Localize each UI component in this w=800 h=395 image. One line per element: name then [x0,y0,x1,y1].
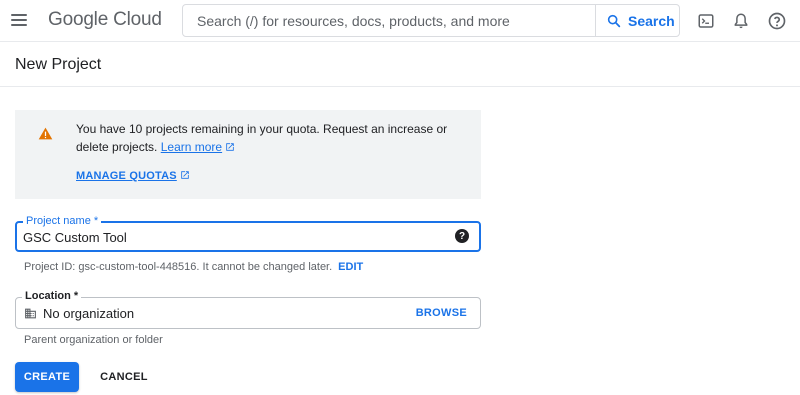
quota-notice-text: You have 10 projects remaining in your q… [76,120,466,156]
logo-cloud: Cloud [113,9,162,30]
manage-quotas-link[interactable]: MANAGE QUOTAS [76,170,190,182]
location-helper: Parent organization or folder [24,334,163,346]
external-link-icon [226,143,234,151]
search-button[interactable]: Search [595,4,681,37]
project-id-text: Project ID: gsc-custom-tool-448516. It c… [24,261,333,273]
cancel-button[interactable]: CANCEL [91,362,157,392]
help-icon[interactable]: ? [455,229,469,243]
edit-project-id-link[interactable]: EDIT [338,261,363,273]
create-button[interactable]: CREATE [15,362,79,392]
learn-more-link[interactable]: Learn more [161,140,235,154]
search-bar: Search [182,4,680,37]
project-name-field: Project name * ? [15,214,481,252]
menu-icon[interactable] [8,9,30,31]
logo-google: Google [48,9,109,30]
search-input[interactable] [183,5,593,36]
cloud-shell-icon[interactable] [695,10,717,32]
location-value: No organization [43,306,135,321]
google-cloud-logo[interactable]: Google Cloud [48,9,162,31]
search-button-label: Search [628,12,675,29]
page-header: New Project [0,43,800,87]
manage-quotas-label: MANAGE QUOTAS [76,170,177,182]
help-icon[interactable] [766,10,788,32]
quota-message: You have 10 projects remaining in your q… [76,122,448,154]
page-title: New Project [15,56,102,73]
external-link-icon [181,171,189,179]
project-name-input[interactable] [23,228,443,246]
quota-notice: You have 10 projects remaining in your q… [15,110,481,199]
organization-icon [25,308,36,319]
search-icon [607,14,621,27]
learn-more-label: Learn more [160,140,223,154]
location-field: Location * No organization BROWSE [15,289,481,329]
project-name-label: Project name * [23,214,102,228]
location-label: Location * [22,289,82,303]
browse-button[interactable]: BROWSE [416,307,467,319]
notifications-icon[interactable] [730,10,752,32]
project-id-helper: Project ID: gsc-custom-tool-448516. It c… [24,261,363,273]
top-bar: Google Cloud Search [0,0,800,42]
warning-icon [38,127,53,140]
